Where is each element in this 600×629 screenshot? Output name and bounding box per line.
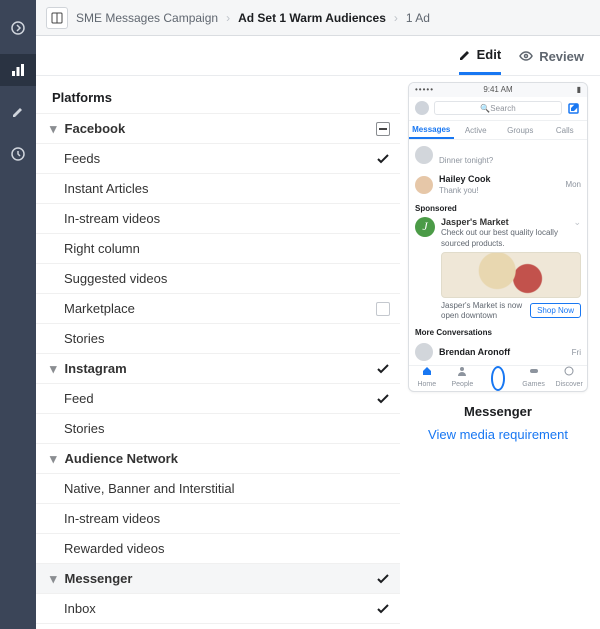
placement-msg-inbox[interactable]: Inbox bbox=[36, 594, 400, 624]
check-icon bbox=[376, 392, 390, 406]
check-icon bbox=[376, 602, 390, 616]
home-icon bbox=[422, 366, 432, 376]
platform-label: Messenger bbox=[65, 571, 133, 586]
partial-checkbox[interactable] bbox=[376, 122, 390, 136]
sponsored-label: Sponsored bbox=[409, 200, 587, 215]
placement-marketplace[interactable]: Marketplace bbox=[36, 294, 400, 324]
placement-ig-feed[interactable]: Feed bbox=[36, 384, 400, 414]
platform-label: Instagram bbox=[65, 361, 127, 376]
check-icon bbox=[376, 572, 390, 586]
placement-an-native[interactable]: Native, Banner and Interstitial bbox=[36, 474, 400, 504]
advertiser-logo: J bbox=[415, 217, 435, 237]
nav-analytics-icon[interactable] bbox=[0, 54, 36, 86]
left-nav-rail bbox=[0, 0, 36, 629]
avatar bbox=[415, 146, 433, 164]
games-icon bbox=[529, 366, 539, 376]
phone-mockup: ••••• 9:41 AM ▮ 🔍 Search Messages Active bbox=[408, 82, 588, 392]
breadcrumb-adset[interactable]: Ad Set 1 Warm Audiences bbox=[238, 11, 386, 25]
camera-ring-icon bbox=[491, 366, 505, 391]
panel-title: Platforms bbox=[36, 86, 400, 113]
platform-facebook[interactable]: ▾ Facebook bbox=[36, 114, 400, 144]
ad-preview: ••••• 9:41 AM ▮ 🔍 Search Messages Active bbox=[400, 76, 600, 629]
placement-an-rewarded[interactable]: Rewarded videos bbox=[36, 534, 400, 564]
messenger-header: 🔍 Search bbox=[409, 97, 587, 121]
avatar bbox=[415, 176, 433, 194]
conversation-row: Brendan Aronoff Fri bbox=[409, 339, 587, 365]
messenger-bottom-nav: Home People Games Discover bbox=[409, 365, 587, 391]
breadcrumb-ad[interactable]: 1 Ad bbox=[406, 11, 430, 25]
compose-icon bbox=[567, 101, 581, 115]
tab-review-label: Review bbox=[539, 49, 584, 64]
battery-icon: ▮ bbox=[577, 85, 581, 94]
platform-label: Facebook bbox=[65, 121, 126, 136]
messenger-tabs: Messages Active Groups Calls bbox=[409, 121, 587, 141]
chevron-down-icon: ▾ bbox=[50, 571, 57, 587]
chevron-down-icon: ⌄ bbox=[573, 217, 581, 228]
chevron-down-icon: ▾ bbox=[50, 451, 57, 467]
preview-caption: Messenger bbox=[464, 404, 532, 419]
tab-review[interactable]: Review bbox=[519, 37, 584, 75]
placement-right-column[interactable]: Right column bbox=[36, 234, 400, 264]
discover-icon bbox=[564, 366, 574, 376]
placement-instant-articles[interactable]: Instant Articles bbox=[36, 174, 400, 204]
pencil-icon bbox=[459, 49, 471, 61]
conversation-row: Dinner tonight? bbox=[409, 140, 587, 170]
platform-messenger[interactable]: ▾ Messenger bbox=[36, 564, 400, 594]
breadcrumb: SME Messages Campaign › Ad Set 1 Warm Au… bbox=[36, 0, 600, 36]
check-icon bbox=[376, 362, 390, 376]
conversation-row: Hailey CookThank you! Mon bbox=[409, 170, 587, 200]
more-conversations-label: More Conversations bbox=[409, 324, 587, 339]
placement-ig-stories[interactable]: Stories bbox=[36, 414, 400, 444]
breadcrumb-campaign[interactable]: SME Messages Campaign bbox=[76, 11, 218, 25]
campaign-icon bbox=[46, 7, 68, 29]
phone-statusbar: ••••• 9:41 AM ▮ bbox=[409, 83, 587, 97]
editor-tabs: Edit Review bbox=[36, 36, 600, 76]
placement-instream[interactable]: In-stream videos bbox=[36, 204, 400, 234]
avatar bbox=[415, 101, 429, 115]
placement-feeds[interactable]: Feeds bbox=[36, 144, 400, 174]
chevron-down-icon: ▾ bbox=[50, 121, 57, 137]
tab-edit-label: Edit bbox=[477, 47, 502, 62]
chevron-down-icon: ▾ bbox=[50, 361, 57, 377]
search-input: 🔍 Search bbox=[434, 101, 562, 115]
unchecked-checkbox[interactable] bbox=[376, 302, 390, 316]
placement-suggested[interactable]: Suggested videos bbox=[36, 264, 400, 294]
tab-edit[interactable]: Edit bbox=[459, 37, 502, 75]
sponsored-ad: J Jasper's MarketCheck out our best qual… bbox=[409, 215, 587, 325]
placement-fb-stories[interactable]: Stories bbox=[36, 324, 400, 354]
chevron-right-icon: › bbox=[226, 11, 230, 25]
people-icon bbox=[457, 366, 467, 376]
platform-label: Audience Network bbox=[65, 451, 178, 466]
nav-history-icon[interactable] bbox=[0, 138, 36, 170]
eye-icon bbox=[519, 49, 533, 63]
cta-button: Shop Now bbox=[530, 303, 581, 318]
avatar bbox=[415, 343, 433, 361]
platform-instagram[interactable]: ▾ Instagram bbox=[36, 354, 400, 384]
check-icon bbox=[376, 152, 390, 166]
ad-image bbox=[441, 252, 581, 298]
media-requirement-link[interactable]: View media requirement bbox=[428, 427, 568, 442]
nav-expand-icon[interactable] bbox=[0, 12, 36, 44]
placements-panel: Platforms ▾ Facebook Feeds Instant Artic… bbox=[36, 76, 400, 629]
chevron-right-icon: › bbox=[394, 11, 398, 25]
placement-an-instream[interactable]: In-stream videos bbox=[36, 504, 400, 534]
platform-audience-network[interactable]: ▾ Audience Network bbox=[36, 444, 400, 474]
nav-pencil-icon[interactable] bbox=[0, 96, 36, 128]
